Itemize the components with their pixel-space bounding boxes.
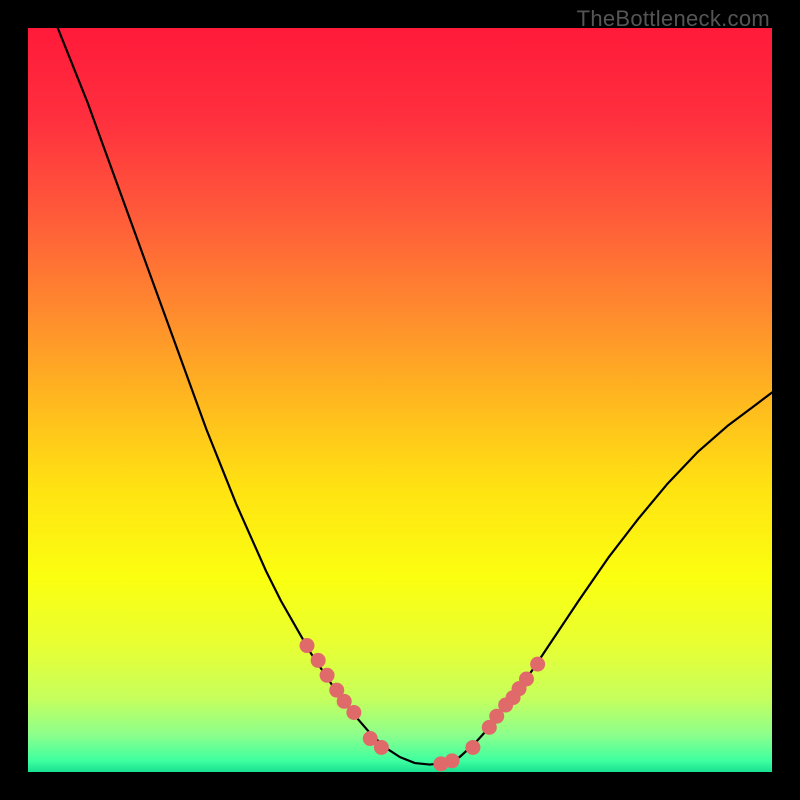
bottleneck-curve: [58, 28, 772, 765]
marker-dot: [530, 657, 545, 672]
marker-dot: [300, 638, 315, 653]
marker-dot: [346, 705, 361, 720]
marker-dot: [374, 740, 389, 755]
marker-dot: [445, 753, 460, 768]
marker-dot: [465, 740, 480, 755]
marker-dot: [311, 653, 326, 668]
marker-dot: [320, 668, 335, 683]
chart-frame: TheBottleneck.com: [0, 0, 800, 800]
curve-layer: [28, 28, 772, 772]
plot-area: [28, 28, 772, 772]
marker-dot: [519, 672, 534, 687]
marker-group: [300, 638, 546, 771]
